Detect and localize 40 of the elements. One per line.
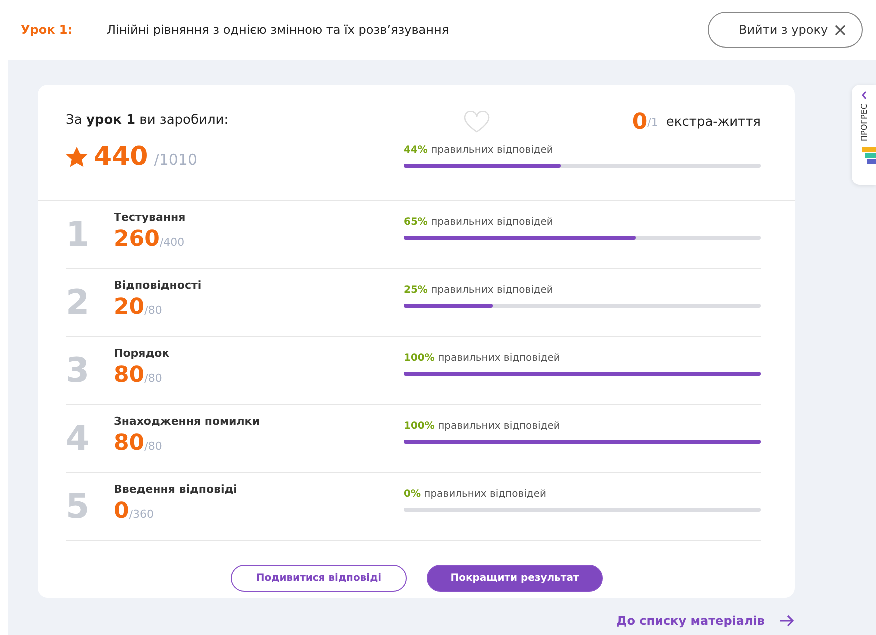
heart-icon <box>464 110 490 134</box>
extra-lives-max: /1 <box>648 116 658 128</box>
percent-label: 25% правильних відповідей <box>404 285 554 296</box>
extra-lives-label: екстра-життя <box>666 114 761 130</box>
section-title: Введення відповіді <box>114 483 238 496</box>
percent-label: 100% правильних відповідей <box>404 353 562 364</box>
bars-icon <box>862 147 876 166</box>
max-score: /1010 <box>154 151 198 169</box>
percent-label: 0% правильних відповідей <box>404 489 548 500</box>
section-title: Відповідності <box>114 279 203 292</box>
exit-lesson-button[interactable]: Вийти з уроку × <box>708 12 863 48</box>
lesson-title: Лінійні рівняння з однією змінною та їх розв’язування <box>107 23 450 37</box>
percent-label: 100% правильних відповідей <box>404 421 562 432</box>
section-max-score: /80 <box>144 372 162 385</box>
section-title: Знаходження помилки <box>114 415 261 428</box>
earned-text: За урок 1 ви заробили: <box>66 113 230 128</box>
improve-result-button[interactable]: Покращити результат <box>427 565 603 592</box>
star-icon <box>66 146 88 168</box>
section-score: 80 <box>114 431 145 456</box>
view-answers-button[interactable]: Подивитися відповіді <box>231 565 407 592</box>
section-score: 80 <box>114 363 145 388</box>
extra-lives-count: 0 <box>632 110 648 134</box>
arrow-right-icon <box>779 615 795 627</box>
lesson-label: Урок 1: <box>21 23 74 37</box>
materials-link[interactable]: До списку матеріалів <box>616 614 795 628</box>
total-score: 440 <box>94 142 148 172</box>
section-max-score: /80 <box>144 304 162 317</box>
percent-label: 44% правильних відповідей <box>404 145 554 156</box>
progress-panel-tab[interactable]: ПРОГРЕС <box>852 85 876 185</box>
percent-label: 65% правильних відповідей <box>404 217 554 228</box>
section-score: 260 <box>114 227 160 252</box>
section-score: 0 <box>114 499 130 524</box>
section-max-score: /400 <box>160 236 185 249</box>
progress-tab-label: ПРОГРЕС <box>860 104 868 142</box>
section-score: 20 <box>114 295 145 320</box>
section-max-score: /80 <box>144 440 162 453</box>
section-title: Тестування <box>114 211 187 224</box>
section-title: Порядок <box>114 347 171 360</box>
section-max-score: /360 <box>129 508 154 521</box>
chevron-left-icon <box>860 91 868 100</box>
